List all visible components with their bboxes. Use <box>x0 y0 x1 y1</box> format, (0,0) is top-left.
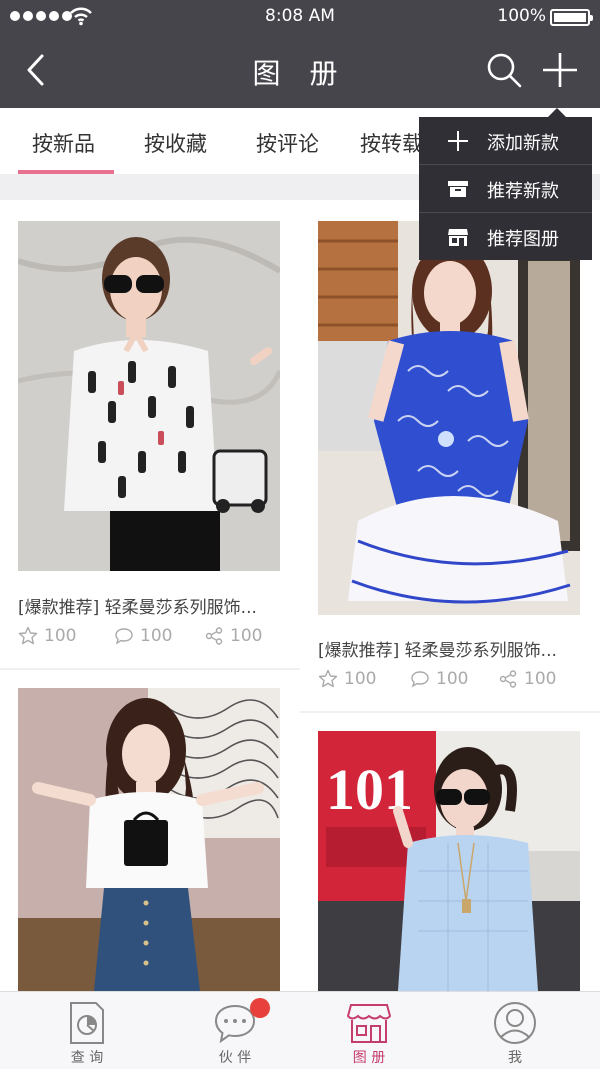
menu-item-add-new[interactable]: 添加新款 <box>419 117 592 164</box>
document-chart-icon <box>70 1002 104 1044</box>
menu-item-label: 添加新款 <box>487 133 559 154</box>
menu-item-recommend-album[interactable]: 推荐图册 <box>419 212 592 259</box>
product-stats: 100 100 100 <box>18 626 286 652</box>
favorite-stat[interactable]: 100 <box>318 669 376 689</box>
product-photo[interactable]: 101 <box>318 731 580 991</box>
share-icon <box>205 627 223 645</box>
product-photo[interactable] <box>318 221 580 615</box>
comment-icon <box>115 628 133 645</box>
favorite-count: 100 <box>344 669 377 689</box>
menu-item-recommend-new[interactable]: 推荐新款 <box>419 164 592 211</box>
share-icon <box>499 670 517 688</box>
bottom-tab-query[interactable]: 查 询 <box>12 992 162 1069</box>
comment-count: 100 <box>140 626 173 646</box>
comment-stat[interactable]: 100 <box>410 669 468 689</box>
comment-icon <box>411 671 429 688</box>
bottom-tab-label: 查 询 <box>70 1050 104 1066</box>
favorite-count: 100 <box>44 626 77 646</box>
bottom-tab-me[interactable]: 我 <box>440 992 590 1069</box>
share-stat[interactable]: 100 <box>204 626 262 646</box>
product-card[interactable]: [爆款推荐] 轻柔曼莎系列服饰... 100 100 100 <box>300 200 600 711</box>
product-grid: [爆款推荐] 轻柔曼莎系列服饰... 100 100 100 [爆款推荐] 轻柔… <box>0 200 600 991</box>
product-stats: 100 100 100 <box>318 669 586 695</box>
add-menu-dropdown: 添加新款 推荐新款 推荐图册 <box>419 117 592 260</box>
storefront-icon <box>448 229 468 246</box>
product-photo[interactable] <box>18 221 280 571</box>
user-icon <box>494 1002 536 1044</box>
menu-item-label: 推荐新款 <box>487 181 559 202</box>
storefront-icon <box>346 1004 392 1043</box>
header: 8:08 AM 100% 图 册 <box>0 0 600 108</box>
tab-reposts[interactable]: 按转载 <box>360 128 423 158</box>
bottom-tab-album[interactable]: 图 册 <box>294 992 444 1069</box>
product-title[interactable]: [爆款推荐] 轻柔曼莎系列服饰... <box>318 636 586 661</box>
product-card[interactable] <box>0 670 300 991</box>
share-count: 100 <box>524 669 557 689</box>
tab-new[interactable]: 按新品 <box>32 128 95 158</box>
plus-icon <box>448 131 468 151</box>
bottom-tab-partners[interactable]: 伙 伴 <box>160 992 310 1069</box>
bottom-tab-label: 我 <box>508 1050 522 1066</box>
tab-favorites[interactable]: 按收藏 <box>144 128 207 158</box>
status-bar: 8:08 AM 100% <box>0 0 600 34</box>
product-title[interactable]: [爆款推荐] 轻柔曼莎系列服饰... <box>18 593 286 618</box>
notification-badge <box>250 998 270 1018</box>
product-photo[interactable] <box>18 688 280 991</box>
favorite-stat[interactable]: 100 <box>18 626 76 646</box>
dropdown-caret <box>548 108 566 117</box>
menu-item-label: 推荐图册 <box>487 229 559 250</box>
battery-icon <box>550 9 593 26</box>
bottom-tab-label: 伙 伴 <box>218 1050 252 1066</box>
share-stat[interactable]: 100 <box>498 669 556 689</box>
archive-box-icon <box>448 181 468 197</box>
search-icon[interactable] <box>484 50 524 90</box>
comment-count: 100 <box>436 669 469 689</box>
star-icon <box>318 669 338 688</box>
bottom-tab-label: 图 册 <box>352 1050 386 1066</box>
comment-stat[interactable]: 100 <box>114 626 172 646</box>
bottom-tab-bar: 查 询 伙 伴 图 册 我 <box>0 991 600 1069</box>
share-count: 100 <box>230 626 263 646</box>
tab-comments[interactable]: 按评论 <box>256 128 319 158</box>
star-icon <box>18 626 38 645</box>
product-card[interactable]: [爆款推荐] 轻柔曼莎系列服饰... 100 100 100 <box>0 200 300 668</box>
plus-icon[interactable] <box>540 50 580 90</box>
battery-percentage: 100% <box>497 6 546 26</box>
product-card[interactable]: 101 <box>300 713 600 991</box>
